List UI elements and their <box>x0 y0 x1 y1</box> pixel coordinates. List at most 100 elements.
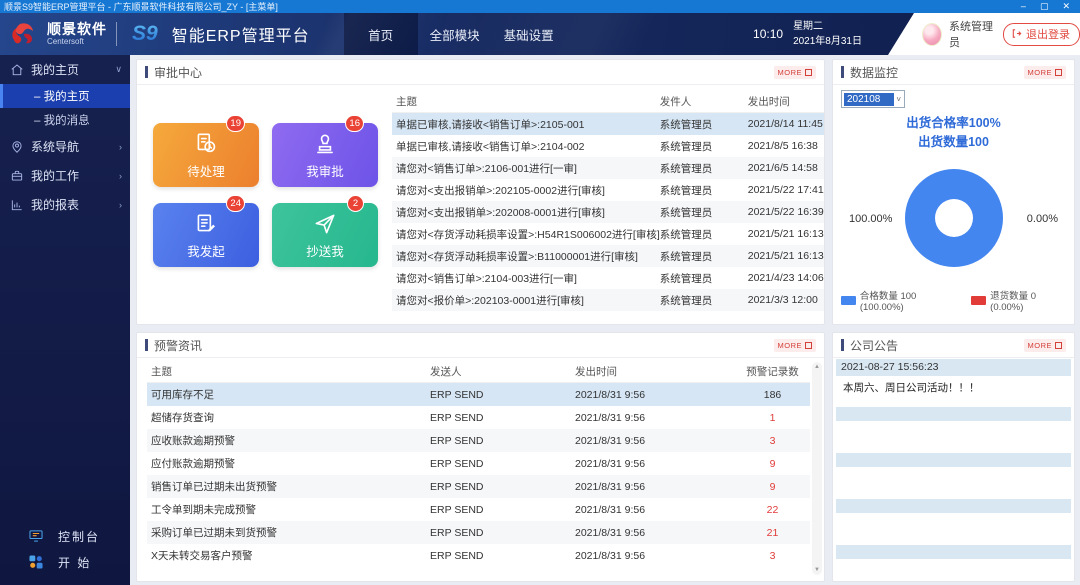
data-monitor-panel: 数据监控 MORE 202108 ˅ 出货合格率100% 出货数量100 100… <box>832 59 1075 325</box>
announcements-panel-title: 公司公告 <box>850 337 898 354</box>
doc-edit-icon <box>193 211 219 237</box>
approval-more-button[interactable]: MORE <box>774 66 817 79</box>
current-user-name: 系统管理员 <box>949 18 996 50</box>
clock-date: 2021年8月31日 <box>793 34 862 49</box>
briefcase-icon <box>10 169 24 183</box>
tile-pending[interactable]: 19 待处理 <box>153 123 259 187</box>
tile-cc-to-me[interactable]: 2 抄送我 <box>272 203 378 267</box>
warnings-scrollbar[interactable]: ▲▼ <box>812 362 822 575</box>
nav-tab[interactable]: 基础设置 <box>492 13 566 55</box>
window-title: 顺景S9智能ERP管理平台 - 广东顺景软件科技有限公司_ZY - [主菜单] <box>4 0 1021 13</box>
approval-table-row[interactable]: 请您对<报价单>:202103-0001进行[审核] 系统管理员 2021/3/… <box>392 289 824 311</box>
announcement-date <box>836 453 1071 467</box>
start-squares-icon <box>28 554 44 570</box>
brand-subname: Centersoft <box>47 38 107 46</box>
app-header: 顺景软件 Centersoft S9 智能ERP管理平台 首页全部模块基础设置 … <box>0 13 1080 55</box>
monitor-more-button[interactable]: MORE <box>1024 66 1067 79</box>
approval-table-row[interactable]: 请您对<存货浮动耗损率设置>:H54R1S006002进行[审核] 系统管理员 … <box>392 223 824 245</box>
announcement-date <box>836 407 1071 421</box>
warning-table-row[interactable]: 应收账款逾期预警 ERP SEND 2021/8/31 9:56 3 <box>147 429 810 452</box>
announcement-date <box>836 499 1071 513</box>
announcement-text <box>836 559 1071 581</box>
close-button[interactable]: ✕ <box>1062 0 1070 13</box>
chevron-down-icon: ˅ <box>896 95 904 104</box>
announcement-item[interactable] <box>836 407 1071 451</box>
announcement-date: 2021-08-27 15:56:23 <box>836 359 1071 376</box>
legend-swatch-return <box>971 296 986 305</box>
approval-table-row[interactable]: 请您对<销售订单>:2106-001进行[一审] 系统管理员 2021/6/5 … <box>392 157 824 179</box>
warning-table-row[interactable]: X天未转交易客户预警 ERP SEND 2021/8/31 9:56 3 <box>147 544 810 567</box>
pass-rate-headline: 出货合格率100% <box>841 114 1066 133</box>
product-title: 智能ERP管理平台 <box>172 22 310 46</box>
title-accent <box>145 339 148 351</box>
warnings-panel: 预警资讯 MORE 主题 发送人 发出时间 预警记录数 可用库存不足 ERP S… <box>136 332 825 582</box>
announcements-panel: 公司公告 MORE 2021-08-27 15:56:23 本周六、周日公司活动… <box>832 332 1075 582</box>
shipment-qty-headline: 出货数量100 <box>841 133 1066 152</box>
warning-table-row[interactable]: 采购订单已过期未到货预警 ERP SEND 2021/8/31 9:56 21 <box>147 521 810 544</box>
nav-tab[interactable]: 全部模块 <box>418 13 492 55</box>
approval-table-row[interactable]: 请您对<销售订单>:2104-003进行[一审] 系统管理员 2021/4/23… <box>392 267 824 289</box>
tile-my-approvals[interactable]: 16 我审批 <box>272 123 378 187</box>
warning-table-row[interactable]: 超储存货查询 ERP SEND 2021/8/31 9:56 1 <box>147 406 810 429</box>
sidebar-item-my-work[interactable]: 我的工作 › <box>0 161 130 190</box>
maximize-button[interactable]: ▢ <box>1040 0 1049 13</box>
announcement-text: 本周六、周日公司活动！！！ <box>836 376 1071 405</box>
warning-table-row[interactable]: 应付账款逾期预警 ERP SEND 2021/8/31 9:56 9 <box>147 452 810 475</box>
warning-table-row[interactable]: 可用库存不足 ERP SEND 2021/8/31 9:56 186 <box>147 383 810 406</box>
console-button[interactable]: 控制台 <box>0 523 130 549</box>
approval-table-row[interactable]: 请您对<支出报销单>:202105-0002进行[审核] 系统管理员 2021/… <box>392 179 824 201</box>
brand-block: 顺景软件 Centersoft S9 智能ERP管理平台 <box>0 13 320 55</box>
approval-center-panel: 审批中心 MORE 19 待处理 16 我审批 <box>136 59 825 325</box>
sidebar-item-my-home-group[interactable]: 我的主页 ∨ <box>0 55 130 84</box>
announcement-date <box>836 545 1071 559</box>
clock-weekday: 星期二 <box>793 19 862 34</box>
avatar[interactable] <box>922 23 942 46</box>
sidebar-item-system-nav[interactable]: 系统导航 › <box>0 132 130 161</box>
tile-cc-badge: 2 <box>347 195 364 212</box>
main-content: 审批中心 MORE 19 待处理 16 我审批 <box>130 55 1080 585</box>
tile-pending-badge: 19 <box>226 115 245 132</box>
start-button[interactable]: 开 始 <box>0 549 130 575</box>
sidebar: 我的主页 ∨ – 我的主页 – 我的消息 系统导航 › 我的工作 › 我的报表 … <box>0 55 130 585</box>
sidebar-item-my-reports[interactable]: 我的报表 › <box>0 190 130 219</box>
approval-table-row[interactable]: 单据已审核,请接收<销售订单>:2105-001 系统管理员 2021/8/14… <box>392 113 824 135</box>
donut-chart: 100.00% 0.00% <box>841 153 1066 284</box>
approval-table-row[interactable]: 请您对<存货浮动耗损率设置>:B11000001进行[审核] 系统管理员 202… <box>392 245 824 267</box>
announcement-item[interactable] <box>836 545 1071 581</box>
period-select[interactable]: 202108 ˅ <box>841 90 905 108</box>
stamp-icon <box>312 131 338 157</box>
user-area: 系统管理员 退出登录 <box>888 13 1080 55</box>
warning-table-row[interactable]: 工令单到期未完成预警 ERP SEND 2021/8/31 9:56 22 <box>147 498 810 521</box>
tile-initiated-by-me[interactable]: 24 我发起 <box>153 203 259 267</box>
legend-return-label: 退货数量 0 (0.00%) <box>990 288 1066 313</box>
announcements-more-button[interactable]: MORE <box>1024 339 1067 352</box>
more-icon <box>805 342 812 349</box>
sidebar-item-my-messages[interactable]: – 我的消息 <box>0 108 130 132</box>
warning-table-row[interactable]: 销售订单已过期未出货预警 ERP SEND 2021/8/31 9:56 9 <box>147 475 810 498</box>
approval-table-row[interactable]: 单据已审核,请接收<销售订单>:2104-002 系统管理员 2021/8/5 … <box>392 135 824 157</box>
announcement-item[interactable]: 2021-08-27 15:56:23 本周六、周日公司活动！！！ <box>836 359 1071 405</box>
home-icon <box>10 63 24 77</box>
brand-divider <box>116 22 117 46</box>
announcement-text <box>836 421 1071 451</box>
announcement-item[interactable] <box>836 499 1071 543</box>
logout-icon <box>1011 28 1022 39</box>
chart-icon <box>10 198 24 212</box>
approval-table: 主题 发件人 发出时间 单据已审核,请接收<销售订单>:2105-001 系统管… <box>392 91 824 318</box>
legend-swatch-pass <box>841 296 856 305</box>
warnings-more-button[interactable]: MORE <box>774 339 817 352</box>
tile-my-approvals-badge: 16 <box>345 115 364 132</box>
donut-ring <box>905 169 1003 267</box>
sidebar-item-my-home[interactable]: – 我的主页 <box>0 84 130 108</box>
more-icon <box>1055 69 1062 76</box>
announcement-text <box>836 467 1071 497</box>
announcement-item[interactable] <box>836 453 1071 497</box>
company-logo-icon <box>8 20 40 48</box>
logout-button[interactable]: 退出登录 <box>1003 23 1080 46</box>
approval-table-row[interactable]: 请您对<支出报销单>:202008-0001进行[审核] 系统管理员 2021/… <box>392 201 824 223</box>
announcement-text <box>836 513 1071 543</box>
minimize-button[interactable]: – <box>1021 0 1026 13</box>
nav-tab[interactable]: 首页 <box>344 13 418 55</box>
window-titlebar: 顺景S9智能ERP管理平台 - 广东顺景软件科技有限公司_ZY - [主菜单] … <box>0 0 1080 13</box>
clock-block: 10:10 星期二 2021年8月31日 <box>753 13 888 55</box>
